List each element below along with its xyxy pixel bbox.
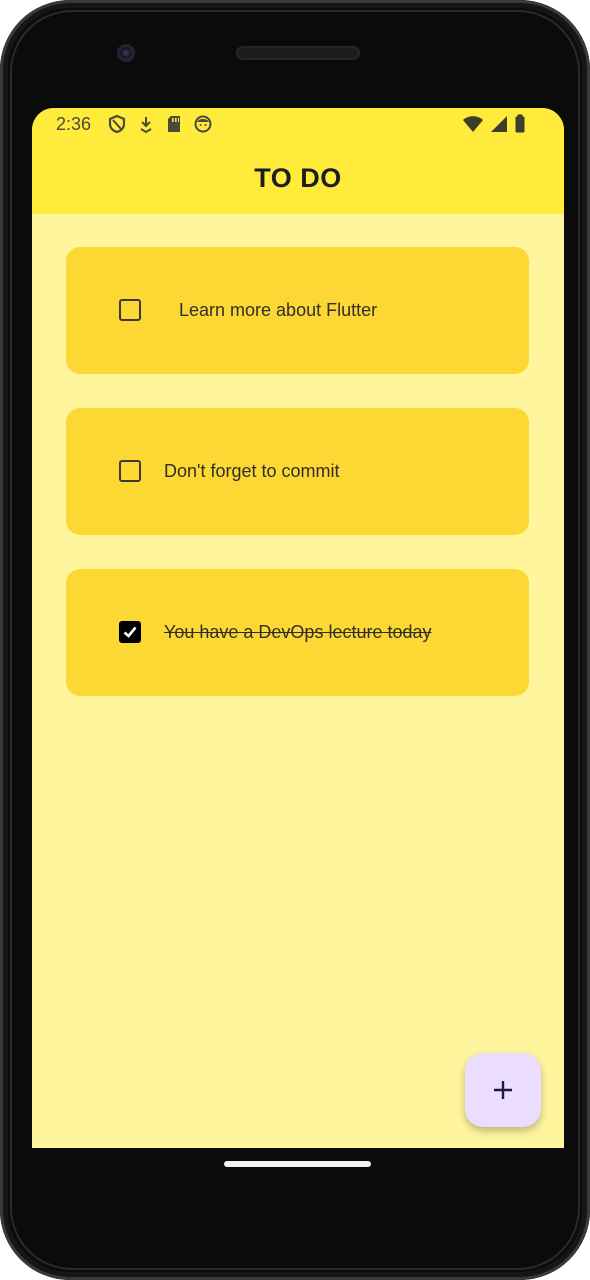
wifi-icon (462, 115, 484, 138)
app-screen: 2:36 TO DO Learn more about Flutter Don'… (32, 108, 564, 1148)
download-icon (138, 114, 154, 139)
todo-text: Don't forget to commit (164, 461, 340, 481)
todo-checkbox[interactable] (119, 299, 141, 321)
status-time: 2:36 (56, 114, 92, 134)
home-indicator[interactable] (224, 1161, 371, 1167)
page-title: TO DO (254, 162, 342, 193)
todo-text: Learn more about Flutter (179, 300, 378, 320)
phone-frame: 2:36 TO DO Learn more about Flutter Don'… (0, 0, 590, 1280)
todo-item[interactable]: Don't forget to commit (66, 408, 529, 535)
battery-icon (514, 114, 526, 139)
system-icons (462, 114, 526, 139)
sd-card-icon (166, 114, 182, 139)
front-camera (117, 44, 135, 62)
todo-checkbox-checked[interactable] (119, 621, 141, 643)
signal-icon (490, 115, 508, 138)
todo-list: Learn more about Flutter Don't forget to… (66, 247, 529, 730)
notification-icons (108, 114, 212, 139)
todo-item[interactable]: Learn more about Flutter (66, 247, 529, 374)
shield-icon (108, 114, 126, 139)
face-icon (194, 114, 212, 139)
app-bar: TO DO (32, 142, 564, 214)
earpiece-speaker (236, 46, 360, 60)
add-icon (494, 1081, 512, 1099)
checkmark-icon (123, 626, 137, 638)
status-bar: 2:36 (32, 108, 564, 142)
todo-item[interactable]: You have a DevOps lecture today (66, 569, 529, 696)
todo-checkbox[interactable] (119, 460, 141, 482)
add-todo-button[interactable] (465, 1053, 541, 1127)
todo-text-completed: You have a DevOps lecture today (164, 622, 432, 642)
